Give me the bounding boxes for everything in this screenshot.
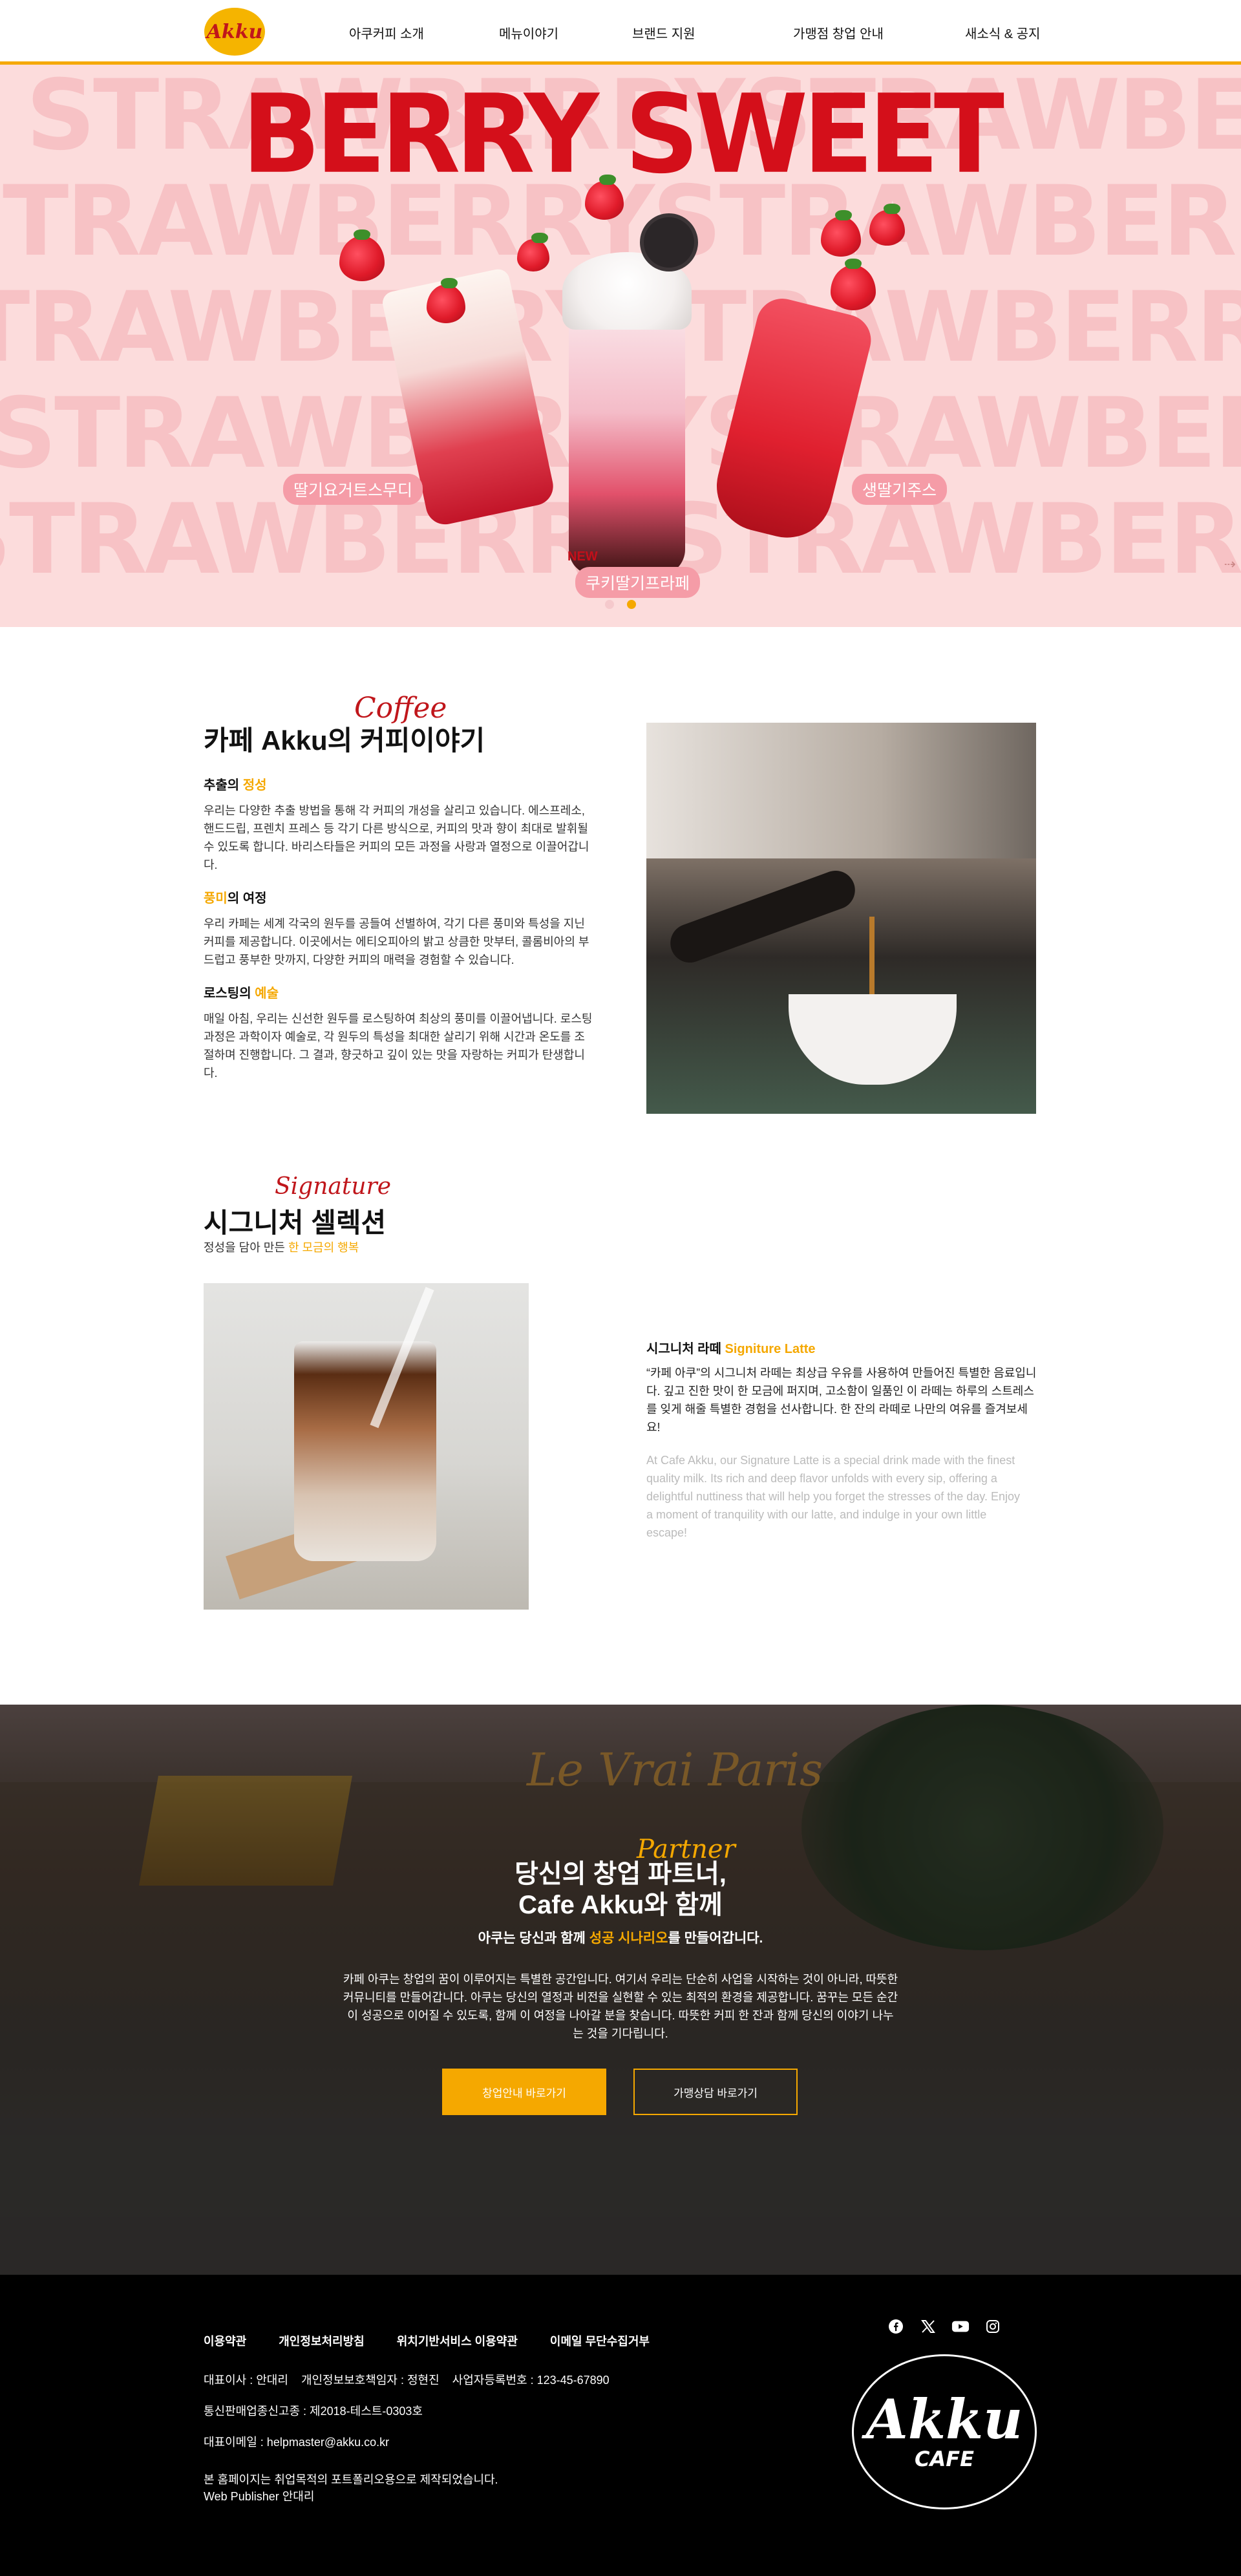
- instagram-icon[interactable]: [984, 2317, 1002, 2336]
- partner-title: 당신의 창업 파트너, Cafe Akku와 함께: [514, 1860, 727, 1919]
- story-section-body: 매일 아침, 우리는 신선한 원두를 로스팅하여 최상의 풍미를 이끌어냅니다.…: [204, 1012, 593, 1080]
- espresso-machine-photo: [646, 723, 1036, 1114]
- next-slide-arrow[interactable]: ⇢: [1224, 556, 1236, 573]
- nav-item-news[interactable]: 새소식 & 공지: [965, 23, 1040, 42]
- new-badge: NEW: [567, 549, 598, 564]
- footer-publisher: Web Publisher 안대리: [204, 2490, 315, 2503]
- story-title: 카페 Akku의 커피이야기: [204, 725, 485, 756]
- footer-links: 이용약관 개인정보처리방침 위치기반서비스 이용약관 이메일 무단수집거부: [204, 2332, 650, 2349]
- product-tag-yogurt-smoothie[interactable]: 딸기요거트스무디: [283, 474, 423, 505]
- footer-link-no-email[interactable]: 이메일 무단수집거부: [550, 2332, 650, 2349]
- main-nav: 아쿠커피 소개 메뉴이야기 브랜드 지원 가맹점 창업 안내 새소식 & 공지: [0, 23, 1241, 41]
- franchise-guide-button[interactable]: 창업안내 바로가기: [442, 2069, 606, 2115]
- partner-subtitle: 아쿠는 당신과 함께 성공 시나리오를 만들어갑니다.: [478, 1931, 763, 1946]
- signature-title: 시그니처 셀렉션: [204, 1208, 387, 1238]
- cookie-image: [640, 213, 698, 271]
- youtube-icon[interactable]: [951, 2317, 970, 2336]
- footer-mail-order: 통신판매업종신고종 : 제2018-테스트-0303호: [204, 2405, 423, 2418]
- nav-item-about[interactable]: 아쿠커피 소개: [349, 23, 424, 42]
- nav-item-franchise[interactable]: 가맹점 창업 안내: [793, 23, 884, 42]
- footer-notice: 본 홈페이지는 취업목적의 포트폴리오용으로 제작되었습니다.: [204, 2473, 498, 2486]
- signature-subtitle: 정성을 담아 만든 한 모금의 행복: [204, 1241, 359, 1254]
- footer-link-privacy[interactable]: 개인정보처리방침: [279, 2332, 364, 2349]
- partner-body: 카페 아쿠는 창업의 꿈이 이루어지는 특별한 공간입니다. 여기서 우리는 단…: [343, 1973, 898, 2040]
- hero-banner: STRAWBERRYSTRAWBERRY STRAWBERRYSTRAWBERR…: [0, 65, 1241, 627]
- story-section-body: 우리는 다양한 추출 방법을 통해 각 커피의 개성을 살리고 있습니다. 에스…: [204, 804, 589, 871]
- slide-dot-active[interactable]: [627, 600, 636, 609]
- story-section-heading: 로스팅의 예술: [204, 986, 279, 1001]
- nav-item-brand[interactable]: 브랜드 지원: [632, 23, 695, 42]
- signature-latte-photo: [204, 1283, 529, 1610]
- nav-item-menu[interactable]: 메뉴이야기: [499, 23, 558, 42]
- footer-logo: Akku CAFE: [852, 2354, 1037, 2509]
- signature-script-title: Signature: [275, 1173, 392, 1200]
- product-tag-strawberry-juice[interactable]: 생딸기주스: [852, 474, 948, 505]
- signature-desc-en: At Cafe Akku, our Signature Latte is a s…: [646, 1454, 1020, 1539]
- story-section-body: 우리 카페는 세계 각국의 원두를 공들여 선별하여, 각기 다른 풍미와 특성…: [204, 917, 589, 966]
- footer-link-location-terms[interactable]: 위치기반서비스 이용약관: [397, 2332, 518, 2349]
- slider-pagination: [0, 600, 1241, 609]
- cookie-strawberry-frappe-image: [569, 304, 685, 575]
- product-tag-cookie-frappe[interactable]: 쿠키딸기프라페: [575, 567, 701, 598]
- site-header: Akku 아쿠커피 소개 메뉴이야기 브랜드 지원 가맹점 창업 안내 새소식 …: [0, 0, 1241, 65]
- story-section-heading: 풍미의 여정: [204, 891, 267, 906]
- footer-link-terms[interactable]: 이용약관: [204, 2332, 246, 2349]
- slide-dot[interactable]: [605, 600, 614, 609]
- footer-company-info: 대표이사 : 안대리 개인정보보호책임자 : 정현진 사업자등록번호 : 123-4…: [204, 2374, 610, 2387]
- signature-item-title: 시그니처 라떼 Signiture Latte: [646, 1342, 816, 1356]
- franchise-consult-button[interactable]: 가맹상담 바로가기: [633, 2069, 798, 2115]
- site-footer: 이용약관 개인정보처리방침 위치기반서비스 이용약관 이메일 무단수집거부 대표…: [0, 2275, 1241, 2576]
- social-links: [887, 2317, 1002, 2336]
- facebook-icon[interactable]: [887, 2317, 905, 2336]
- hero-title: BERRY SWEET: [242, 70, 1004, 198]
- x-icon[interactable]: [919, 2317, 937, 2336]
- footer-email: 대표이메일 : helpmaster@akku.co.kr: [204, 2436, 390, 2449]
- signature-desc-kr: “카페 아쿠”의 시그니처 라떼는 최상급 우유를 사용하여 만들어진 특별한 …: [646, 1367, 1037, 1434]
- story-section-heading: 추출의 정성: [204, 778, 267, 793]
